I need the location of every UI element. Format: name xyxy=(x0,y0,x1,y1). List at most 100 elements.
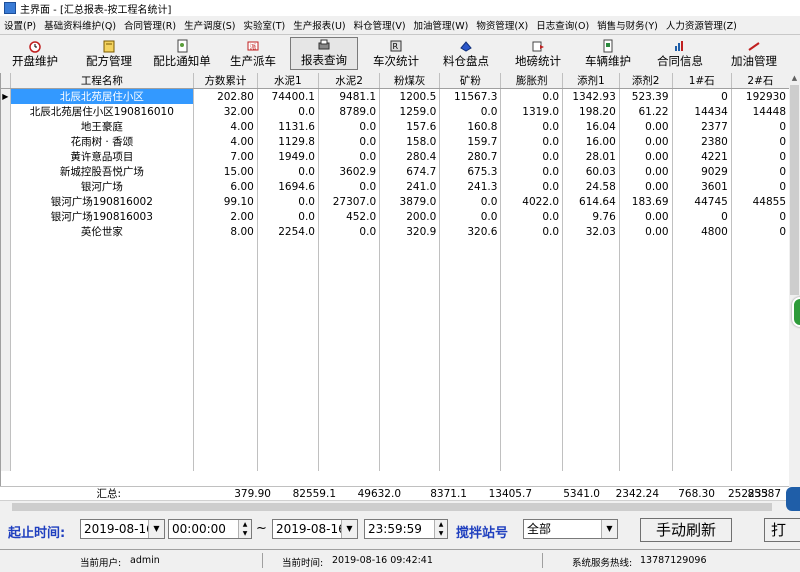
table-cell[interactable]: 4221 xyxy=(672,149,732,164)
table-cell[interactable]: 0.0 xyxy=(318,179,381,194)
manual-refresh-button[interactable]: 手动刷新 xyxy=(640,518,732,542)
table-row[interactable]: 银河广场 6.00 1694.6 0.0 241.0 241.3 0.0 24.58 0.00 3… xyxy=(1,179,790,194)
mix-notice-button[interactable]: 配比通知单 xyxy=(150,37,214,70)
table-cell[interactable]: 7.00 xyxy=(193,149,258,164)
end-date-picker[interactable]: 2019-08-16 ▼ xyxy=(272,519,358,539)
cell-project-name[interactable]: 地王豪庭 xyxy=(10,119,195,134)
col-slag-powder[interactable]: 矿粉 xyxy=(439,73,502,89)
table-cell[interactable]: 3602.9 xyxy=(318,164,381,179)
table-cell[interactable]: 4022.0 xyxy=(500,194,564,209)
table-cell[interactable]: 280.4 xyxy=(379,149,441,164)
table-cell[interactable]: 241.3 xyxy=(439,179,502,194)
menu-contract[interactable]: 合同管理(R) xyxy=(120,18,180,32)
end-time-input[interactable]: 23:59:59 ▲ ▼ xyxy=(364,519,448,539)
floating-assistant-icon[interactable] xyxy=(792,297,800,327)
vertical-scroll-thumb[interactable] xyxy=(790,85,799,295)
table-cell[interactable]: 0.0 xyxy=(318,134,381,149)
table-cell[interactable]: 4800 xyxy=(672,224,732,239)
table-cell[interactable]: 0.00 xyxy=(619,164,673,179)
table-row[interactable]: 银河广场190816003 2.00 0.0 452.0 200.0 0.0 0.0 9.76… xyxy=(1,209,790,224)
table-cell[interactable]: 4.00 xyxy=(193,134,258,149)
table-cell[interactable]: 0.0 xyxy=(500,179,564,194)
table-cell[interactable]: 320.6 xyxy=(439,224,502,239)
col-cement1[interactable]: 水泥1 xyxy=(257,73,319,89)
table-cell[interactable]: 1200.5 xyxy=(379,88,441,104)
menu-sales-finance[interactable]: 销售与财务(Y) xyxy=(593,18,662,32)
menu-fuel[interactable]: 加油管理(W) xyxy=(410,18,473,32)
fuel-management-button[interactable]: 加油管理 xyxy=(722,37,786,70)
spinner-icon[interactable]: ▲ ▼ xyxy=(238,520,251,538)
table-cell[interactable]: 1129.8 xyxy=(257,134,319,149)
menu-settings[interactable]: 设置(P) xyxy=(0,18,40,32)
table-cell[interactable]: 0.0 xyxy=(257,104,319,119)
production-dispatch-button[interactable]: 派 生产派车 xyxy=(222,37,284,70)
menu-hr[interactable]: 人力资源管理(Z) xyxy=(662,18,741,32)
table-cell[interactable]: 183.69 xyxy=(619,194,673,209)
col-fly-ash[interactable]: 粉煤灰 xyxy=(379,73,441,89)
vertical-scrollbar[interactable]: ▲ ▼ xyxy=(789,73,800,499)
cell-project-name[interactable]: 北辰北苑居住小区190816010 xyxy=(10,104,195,119)
table-cell[interactable]: 0 xyxy=(731,164,790,179)
table-cell[interactable]: 158.0 xyxy=(379,134,441,149)
chevron-down-icon[interactable]: ▼ xyxy=(341,520,357,538)
report-query-button[interactable]: 报表查询 xyxy=(290,37,358,70)
table-cell[interactable]: 44745 xyxy=(672,194,732,209)
col-volume-total[interactable]: 方数累计 xyxy=(193,73,258,89)
table-cell[interactable]: 1131.6 xyxy=(257,119,319,134)
table-cell[interactable]: 0 xyxy=(731,134,790,149)
table-cell[interactable]: 0 xyxy=(731,224,790,239)
table-cell[interactable]: 0.0 xyxy=(500,88,564,104)
table-cell[interactable]: 9029 xyxy=(672,164,732,179)
table-cell[interactable]: 0 xyxy=(731,209,790,224)
table-cell[interactable]: 14448 xyxy=(731,104,790,119)
table-cell[interactable]: 0.0 xyxy=(500,224,564,239)
data-grid[interactable]: 工程名称 方数累计 水泥1 水泥2 粉煤灰 矿粉 膨胀剂 添剂1 添剂2 1#石… xyxy=(0,73,790,499)
table-cell[interactable]: 200.0 xyxy=(379,209,441,224)
col-project-name[interactable]: 工程名称 xyxy=(10,73,195,89)
table-cell[interactable]: 60.03 xyxy=(562,164,620,179)
table-cell[interactable]: 16.00 xyxy=(562,134,620,149)
table-cell[interactable]: 0.0 xyxy=(439,209,502,224)
table-cell[interactable]: 0.0 xyxy=(257,164,319,179)
table-row[interactable]: 地王豪庭 4.00 1131.6 0.0 157.6 160.8 0.0 16.04 0.00 2… xyxy=(1,119,790,134)
col-stone1[interactable]: 1#石 xyxy=(672,73,732,89)
table-cell[interactable]: 32.00 xyxy=(193,104,258,119)
table-cell[interactable]: 9481.1 xyxy=(318,88,381,104)
table-cell[interactable]: 2254.0 xyxy=(257,224,319,239)
table-cell[interactable]: 523.39 xyxy=(619,88,673,104)
cell-project-name[interactable]: 花雨树 · 香颂 xyxy=(10,134,195,149)
table-cell[interactable]: 74400.1 xyxy=(257,88,319,104)
scale-statistics-button[interactable]: 地磅统计 xyxy=(506,37,570,70)
table-cell[interactable]: 159.7 xyxy=(439,134,502,149)
cell-project-name[interactable]: 英伦世家 xyxy=(10,224,195,239)
start-time-input[interactable]: 00:00:00 ▲ ▼ xyxy=(168,519,252,539)
col-additive1[interactable]: 添剂1 xyxy=(562,73,620,89)
table-cell[interactable]: 675.3 xyxy=(439,164,502,179)
trip-statistics-button[interactable]: R 车次统计 xyxy=(364,37,428,70)
table-cell[interactable]: 1342.93 xyxy=(562,88,620,104)
cell-project-name[interactable]: 银河广场190816002 xyxy=(10,194,195,209)
table-cell[interactable]: 280.7 xyxy=(439,149,502,164)
scroll-up-icon[interactable]: ▲ xyxy=(789,73,800,84)
table-cell[interactable]: 0.00 xyxy=(619,209,673,224)
table-cell[interactable]: 6.00 xyxy=(193,179,258,194)
contract-info-button[interactable]: 合同信息 xyxy=(648,37,712,70)
table-cell[interactable]: 14434 xyxy=(672,104,732,119)
spinner-icon[interactable]: ▲ ▼ xyxy=(434,520,447,538)
cell-project-name[interactable]: 新城控股吾悦广场 xyxy=(10,164,195,179)
table-cell[interactable]: 0 xyxy=(731,119,790,134)
table-cell[interactable]: 0.00 xyxy=(619,224,673,239)
station-select[interactable]: 全部 ▼ xyxy=(523,519,618,539)
table-cell[interactable]: 0.0 xyxy=(500,209,564,224)
cell-project-name[interactable]: 北辰北苑居住小区 xyxy=(10,88,195,104)
table-row[interactable]: 黄许意品项目 7.00 1949.0 0.0 280.4 280.7 0.0 28.01 0.0… xyxy=(1,149,790,164)
menu-materials[interactable]: 物资管理(X) xyxy=(472,18,532,32)
table-cell[interactable]: 3879.0 xyxy=(379,194,441,209)
horizontal-scrollbar[interactable] xyxy=(0,500,789,513)
table-cell[interactable]: 24.58 xyxy=(562,179,620,194)
table-cell[interactable]: 0 xyxy=(672,209,732,224)
table-cell[interactable]: 0.00 xyxy=(619,149,673,164)
cell-project-name[interactable]: 银河广场190816003 xyxy=(10,209,195,224)
table-cell[interactable]: 0.0 xyxy=(500,119,564,134)
table-cell[interactable]: 0 xyxy=(731,149,790,164)
